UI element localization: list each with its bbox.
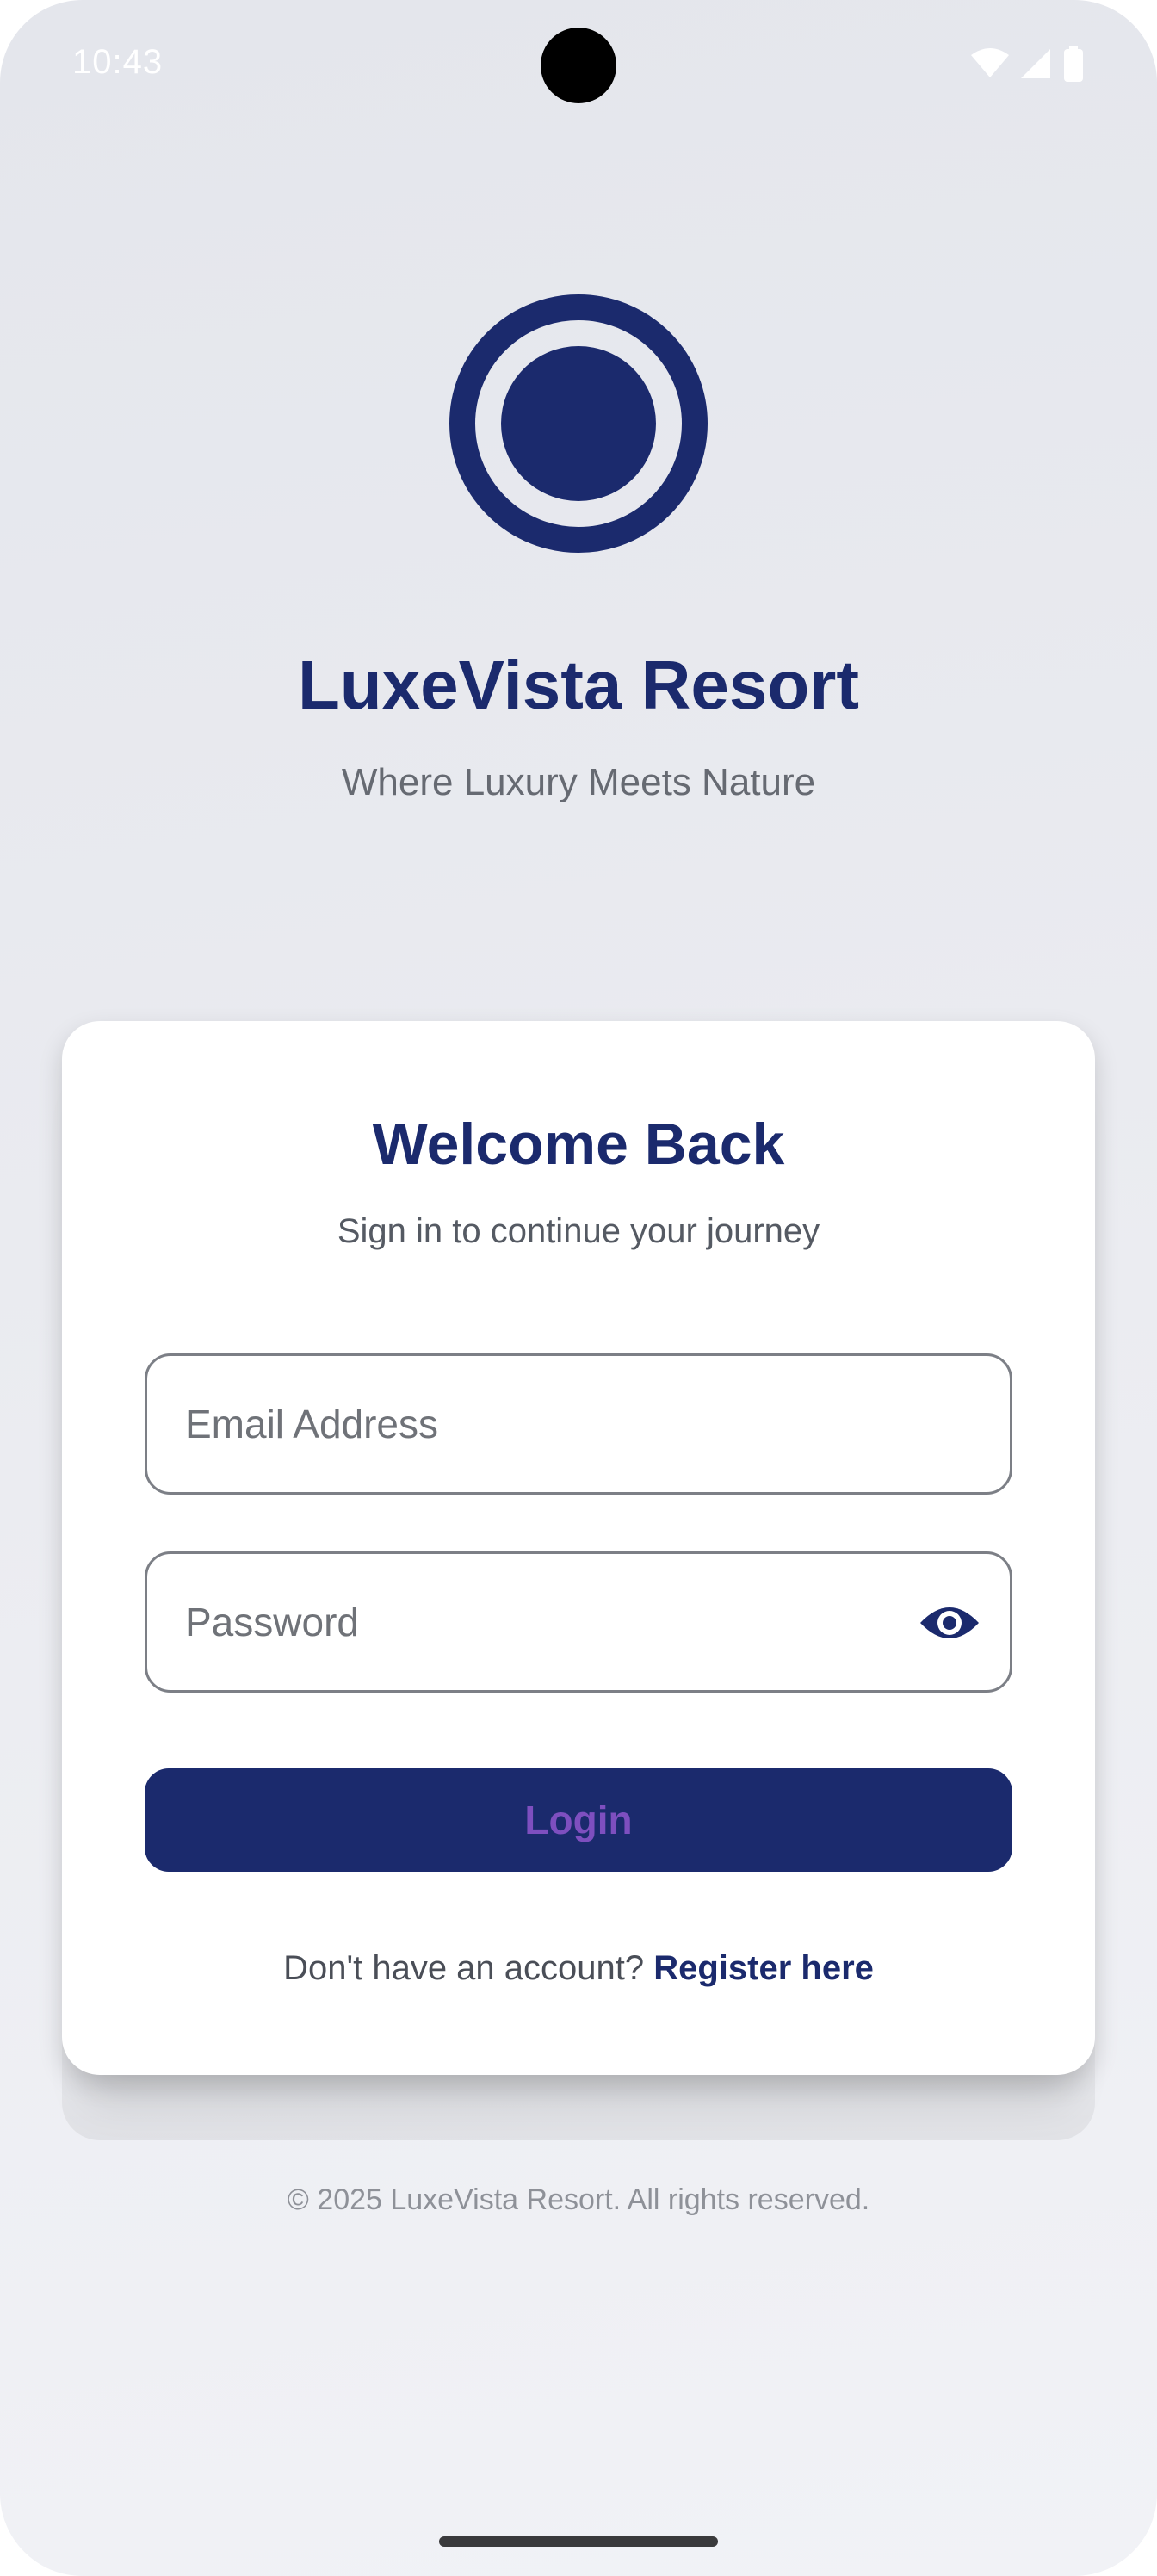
home-indicator[interactable] [439,2536,718,2547]
brand-tagline: Where Luxury Meets Nature [341,761,816,803]
register-row: Don't have an account? Register here [62,1949,1095,1988]
battery-icon [1062,46,1085,82]
password-input[interactable] [185,1554,925,1690]
password-field[interactable] [145,1551,1012,1693]
status-bar: 10:43 [0,0,1157,129]
footer-copyright: © 2025 LuxeVista Resort. All rights rese… [287,2183,870,2216]
login-screen: 10:43 LuxeVista Resort Where Luxury Meet… [0,0,1157,2576]
register-link[interactable]: Register here [653,1949,874,1987]
email-field[interactable] [145,1353,1012,1495]
front-camera-cutout [541,28,616,103]
cellular-signal-icon [1019,47,1052,80]
email-input[interactable] [185,1356,925,1492]
brand-title: LuxeVista Resort [297,647,860,723]
login-button[interactable]: Login [145,1768,1012,1872]
status-time: 10:43 [72,43,164,81]
card-title: Welcome Back [372,1112,785,1177]
status-icons [971,45,1085,83]
eye-icon[interactable] [919,1597,981,1649]
circle-logo-icon [449,294,708,553]
register-prompt: Don't have an account? [283,1949,654,1987]
wifi-icon [971,48,1009,79]
login-card: Welcome Back Sign in to continue your jo… [62,1021,1095,2075]
card-subtitle: Sign in to continue your journey [337,1212,820,1250]
